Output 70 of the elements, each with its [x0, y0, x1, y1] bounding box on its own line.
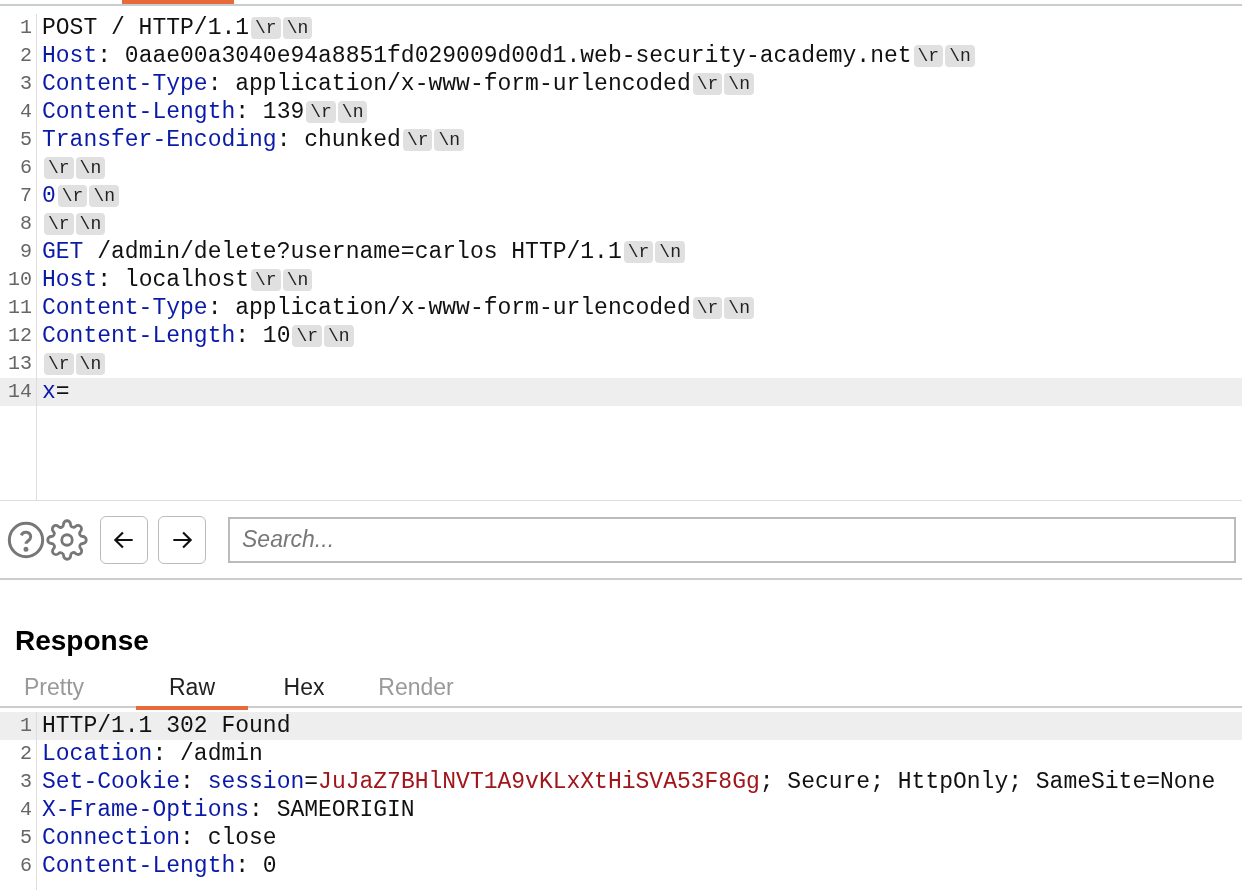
line-ending-marker: \r	[913, 45, 944, 67]
code-line: GET /admin/delete?username=carlos HTTP/1.1	[42, 238, 622, 266]
line-number: 1	[19, 713, 33, 739]
line-ending-marker: \r	[402, 129, 433, 151]
line-ending-marker: \n	[945, 45, 975, 67]
line-number: 5	[19, 825, 33, 851]
line-number: 5	[19, 127, 33, 153]
line-number: 3	[19, 71, 33, 97]
line-ending-marker: \r	[57, 185, 88, 207]
back-button[interactable]	[100, 515, 148, 564]
line-number: 8	[19, 211, 33, 237]
line-ending-marker: \r	[692, 73, 723, 95]
line-ending-marker: \r	[623, 241, 654, 263]
line-number: 12	[7, 323, 33, 349]
line-ending-marker: \r	[44, 213, 74, 235]
code-line: Set-Cookie: session=JuJaZ7BHlNVT1A9vKLxXtHiSVA53F8Gg; Secure; HttpOnly; SameSite=None	[42, 768, 1216, 796]
code-line: x=	[42, 378, 70, 406]
line-ending-marker: \r	[44, 353, 74, 375]
line-ending-marker: \r	[251, 17, 281, 39]
code-line: Content-Type: application/x-www-form-urlencoded	[42, 294, 691, 322]
line-ending-marker: \n	[89, 185, 120, 207]
line-ending-marker: \n	[282, 269, 313, 291]
help-icon[interactable]	[6, 519, 46, 560]
forward-button[interactable]	[158, 515, 206, 564]
line-ending-marker: \n	[75, 157, 106, 179]
line-ending-marker: \n	[724, 297, 754, 319]
line-number: 14	[7, 379, 33, 405]
line-number: 6	[19, 155, 33, 181]
line-ending-marker: \n	[282, 17, 313, 39]
line-ending-marker: \n	[324, 325, 354, 347]
line-number: 4	[19, 797, 33, 823]
line-number: 9	[19, 239, 33, 265]
line-ending-marker: \r	[251, 269, 281, 291]
line-ending-marker: \r	[306, 101, 336, 123]
line-number: 4	[19, 99, 33, 125]
line-number: 2	[19, 43, 33, 69]
line-number: 11	[7, 295, 33, 321]
code-line: POST / HTTP/1.1	[42, 14, 250, 42]
line-number: 10	[7, 267, 33, 293]
line-ending-marker: \n	[75, 353, 106, 375]
code-line: 0	[42, 182, 56, 210]
code-line: Host: 0aae00a3040e94a8851fd029009d00d1.web-security-academy.net	[42, 42, 912, 70]
line-ending-marker: \n	[724, 73, 754, 95]
response-heading: Response	[15, 624, 150, 658]
line-ending-marker: \r	[692, 297, 723, 319]
code-line: X-Frame-Options: SAMEORIGIN	[42, 796, 415, 824]
search-field[interactable]: Search...	[228, 516, 1236, 563]
code-line: Content-Length: 10	[42, 322, 291, 350]
line-number: 13	[7, 351, 33, 377]
line-ending-marker: \n	[75, 213, 106, 235]
code-line: Content-Length: 0	[42, 852, 277, 880]
line-ending-marker: \r	[44, 157, 74, 179]
settings-icon[interactable]	[46, 518, 88, 561]
line-ending-marker: \r	[292, 325, 323, 347]
line-number: 7	[19, 183, 33, 209]
line-ending-marker: \n	[434, 129, 465, 151]
code-line: HTTP/1.1 302 Found	[42, 712, 291, 740]
line-ending-marker: \n	[337, 101, 368, 123]
code-line: Transfer-Encoding: chunked	[42, 126, 401, 154]
line-number: 6	[19, 853, 33, 879]
code-line: Content-Length: 139	[42, 98, 305, 126]
line-number: 2	[19, 741, 33, 767]
line-number: 3	[19, 769, 33, 795]
code-line: Connection: close	[42, 824, 277, 852]
line-ending-marker: \n	[655, 241, 685, 263]
tab[interactable]: Hex	[248, 668, 360, 710]
code-line: Host: localhost	[42, 266, 250, 294]
line-number: 1	[19, 15, 33, 41]
code-line: Location: /admin	[42, 740, 263, 768]
code-line: Content-Type: application/x-www-form-urlencoded	[42, 70, 691, 98]
